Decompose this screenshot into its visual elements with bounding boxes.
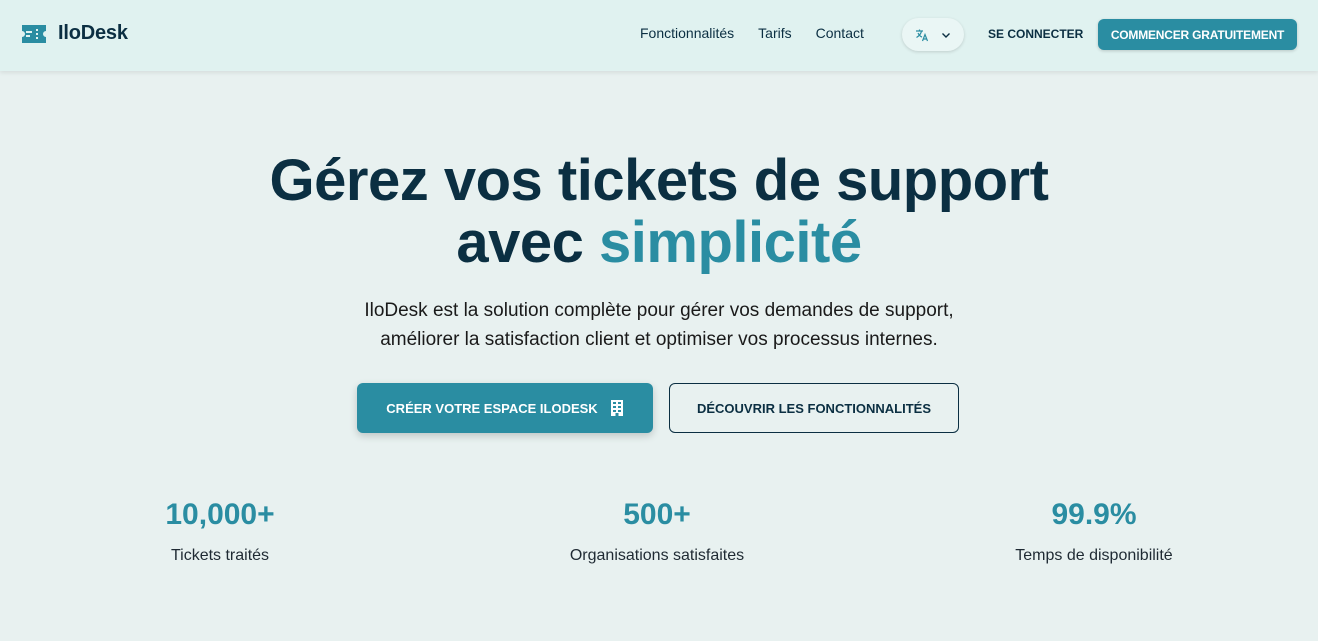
hero-title-accent: simplicité [599,210,862,275]
hero-title-prefix: avec [456,210,584,275]
hero-subtitle-line2: améliorer la satisfaction client et opti… [380,329,938,350]
ticket-icon [22,24,46,43]
nav-link-pricing[interactable]: Tarifs [758,25,791,41]
hero-subtitle: IloDesk est la solution complète pour gé… [0,296,1318,354]
hero-title: Gérez vos tickets de support avec simpli… [0,150,1318,274]
stat-value: 500+ [623,498,691,531]
login-link[interactable]: SE CONNECTER [988,27,1083,41]
stat-value: 99.9% [1051,498,1137,531]
brand-name: IloDesk [58,22,128,44]
stat-label: Temps de disponibilité [1015,547,1173,564]
stat-label: Tickets traités [170,547,270,564]
start-free-button[interactable]: COMMENCER GRATUITEMENT [1098,19,1297,50]
hero-subtitle-line1: IloDesk est la solution complète pour gé… [364,300,954,321]
navbar: IloDesk Fonctionnalités Tarifs Contact S… [0,0,1318,71]
translate-icon [916,29,929,41]
stat-value: 10,000+ [165,498,275,531]
nav-link-contact[interactable]: Contact [816,25,864,41]
stat-uptime: 99.9% Temps de disponibilité [944,497,1244,565]
nav-link-features[interactable]: Fonctionnalités [640,25,734,41]
language-selector[interactable] [902,18,964,51]
discover-features-button[interactable]: DÉCOUVRIR LES FONCTIONNALITÉS [669,383,959,433]
create-workspace-label: CRÉER VOTRE ESPACE ILODESK [386,400,598,416]
hero-title-line1: Gérez vos tickets de support [269,148,1049,213]
stat-organisations: 500+ Organisations satisfaites [507,497,807,565]
stat-tickets: 10,000+ Tickets traités [70,497,370,565]
chevron-down-icon [942,32,950,38]
stat-label: Organisations satisfaites [569,547,745,564]
create-workspace-button[interactable]: CRÉER VOTRE ESPACE ILODESK [357,383,653,433]
brand-logo[interactable]: IloDesk [20,22,128,45]
building-icon [610,400,623,416]
nav-links: Fonctionnalités Tarifs Contact [640,25,888,41]
